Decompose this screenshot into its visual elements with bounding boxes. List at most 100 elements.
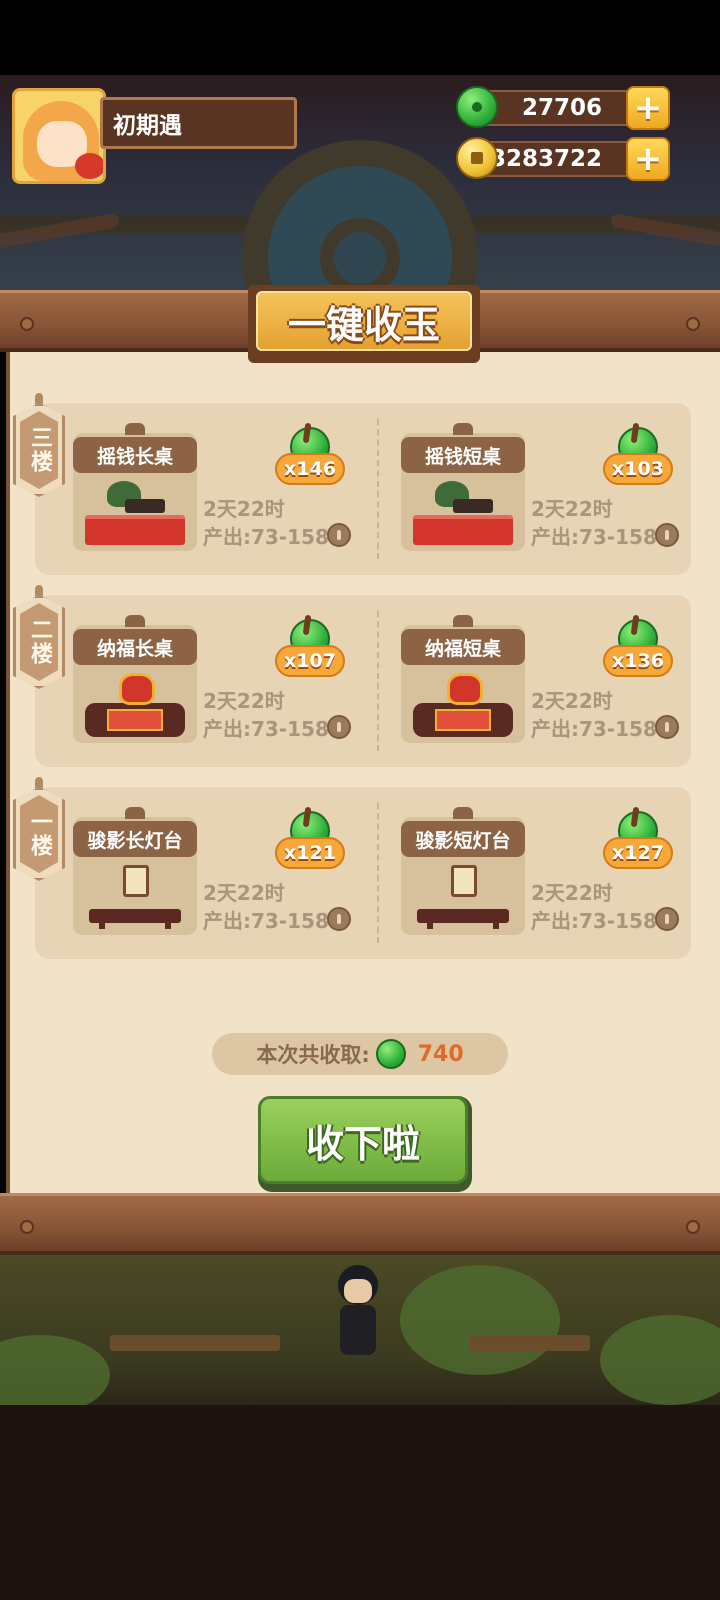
- remaining-time: 2天22时: [203, 497, 285, 521]
- jade-count-badge: x107: [275, 617, 345, 687]
- shopkeeper-character[interactable]: [330, 1265, 386, 1365]
- furniture-item[interactable]: 骏影短灯台 x127 2天22时 产出:73-158: [363, 787, 683, 959]
- altar-front: [435, 709, 491, 731]
- lamp-icon: [451, 865, 477, 897]
- output-range: 产出:73-158: [531, 717, 657, 741]
- fortune-table-icon: [85, 673, 185, 737]
- dialog-title: 一键收玉: [256, 291, 472, 351]
- nail-icon: [20, 317, 34, 331]
- jade-currency: 27706 +: [456, 86, 672, 130]
- lamp-stand-icon: [413, 865, 513, 929]
- altar-front: [107, 709, 163, 731]
- table-top: [85, 515, 185, 545]
- jade-count: x107: [275, 645, 345, 677]
- dialog-bottom-frame: [0, 1193, 720, 1255]
- background-bush: [400, 1265, 560, 1375]
- card-tab: [453, 807, 473, 819]
- furniture-item[interactable]: 骏影长灯台 x121 2天22时 产出:73-158: [35, 787, 355, 959]
- character-face: [344, 1279, 372, 1303]
- output-range: 产出:73-158: [203, 909, 329, 933]
- character-body: [340, 1305, 376, 1355]
- nail-icon: [20, 1220, 34, 1234]
- card-tab: [125, 807, 145, 819]
- furniture-card: 摇钱短桌: [401, 423, 525, 551]
- jade-count-badge: x121: [275, 809, 345, 879]
- background-table: [110, 1335, 280, 1351]
- coin-icon: [456, 137, 498, 179]
- jade-count: x103: [603, 453, 673, 485]
- output-range: 产出:73-158: [531, 525, 657, 549]
- background-table: [470, 1335, 590, 1351]
- remaining-time: 2天22时: [531, 881, 613, 905]
- output-range: 产出:73-158: [531, 909, 657, 933]
- money-table-icon: [413, 481, 513, 545]
- add-jade-button[interactable]: +: [626, 86, 670, 130]
- jade-count-badge: x136: [603, 617, 673, 687]
- jade-count: x121: [275, 837, 345, 869]
- remaining-time: 2天22时: [531, 497, 613, 521]
- add-coin-button[interactable]: +: [626, 137, 670, 181]
- output-coin-icon: [327, 523, 351, 547]
- collect-button[interactable]: 收下啦: [258, 1096, 472, 1192]
- output-coin-icon: [327, 907, 351, 931]
- remaining-time: 2天22时: [203, 881, 285, 905]
- money-table-icon: [85, 481, 185, 545]
- nail-icon: [686, 317, 700, 331]
- jade-count: x127: [603, 837, 673, 869]
- card-tab: [453, 423, 473, 435]
- floor-row-1: 一楼 骏影长灯台 x121 2天22时 产出:73-158 骏影短灯台 x127…: [13, 777, 691, 959]
- furniture-item[interactable]: 摇钱长桌 x146 2天22时 产出:73-158: [35, 403, 355, 575]
- jade-icon: [375, 1039, 406, 1069]
- total-collected: 本次共收取: 740: [212, 1033, 508, 1075]
- background-wheel-hub: [320, 218, 400, 290]
- furniture-name: 纳福短桌: [401, 629, 525, 665]
- card-tab: [125, 423, 145, 435]
- player-name: 初期遇: [100, 97, 297, 149]
- jade-count: x146: [275, 453, 345, 485]
- nail-icon: [686, 1220, 700, 1234]
- total-value: 740: [417, 1041, 464, 1067]
- background-scene-bottom: [0, 1255, 720, 1405]
- coin-currency: 3283722 +: [456, 137, 672, 181]
- furniture-item[interactable]: 纳福长桌 x107 2天22时 产出:73-158: [35, 595, 355, 767]
- background-bush: [600, 1315, 720, 1405]
- output-range: 产出:73-158: [203, 717, 329, 741]
- jade-count-badge: x127: [603, 809, 673, 879]
- output-coin-icon: [327, 715, 351, 739]
- background-floor: [0, 1405, 720, 1600]
- furniture-name: 纳福长桌: [73, 629, 197, 665]
- lucky-bag-icon: [119, 673, 155, 705]
- furniture-item[interactable]: 摇钱短桌 x103 2天22时 产出:73-158: [363, 403, 683, 575]
- card-tab: [125, 615, 145, 627]
- card-tab: [453, 615, 473, 627]
- tray-icon: [125, 499, 165, 513]
- lamp-icon: [123, 865, 149, 897]
- jade-count: x136: [603, 645, 673, 677]
- total-label: 本次共收取:: [256, 1043, 370, 1067]
- furniture-item[interactable]: 纳福短桌 x136 2天22时 产出:73-158: [363, 595, 683, 767]
- jade-icon: [456, 86, 498, 128]
- tray-icon: [453, 499, 493, 513]
- lucky-bag-icon: [447, 673, 483, 705]
- low-table-legs: [427, 921, 499, 929]
- furniture-name: 骏影短灯台: [401, 821, 525, 857]
- background-bush: [0, 1335, 110, 1405]
- remaining-time: 2天22时: [531, 689, 613, 713]
- table-top: [413, 515, 513, 545]
- fortune-table-icon: [413, 673, 513, 737]
- dialog-title-plaque: 一键收玉: [248, 285, 480, 363]
- furniture-card: 骏影短灯台: [401, 807, 525, 935]
- furniture-name: 摇钱短桌: [401, 437, 525, 473]
- floor-row-3: 三楼 摇钱长桌 x146 2天22时 产出:73-158 摇钱短桌 x103 2…: [13, 393, 691, 575]
- output-coin-icon: [655, 907, 679, 931]
- furniture-card: 骏影长灯台: [73, 807, 197, 935]
- low-table-legs: [99, 921, 171, 929]
- furniture-card: 摇钱长桌: [73, 423, 197, 551]
- furniture-card: 纳福长桌: [73, 615, 197, 743]
- furniture-name: 摇钱长桌: [73, 437, 197, 473]
- jade-count-badge: x146: [275, 425, 345, 495]
- furniture-name: 骏影长灯台: [73, 821, 197, 857]
- output-coin-icon: [655, 715, 679, 739]
- player-avatar[interactable]: [12, 88, 106, 184]
- lamp-stand-icon: [85, 865, 185, 929]
